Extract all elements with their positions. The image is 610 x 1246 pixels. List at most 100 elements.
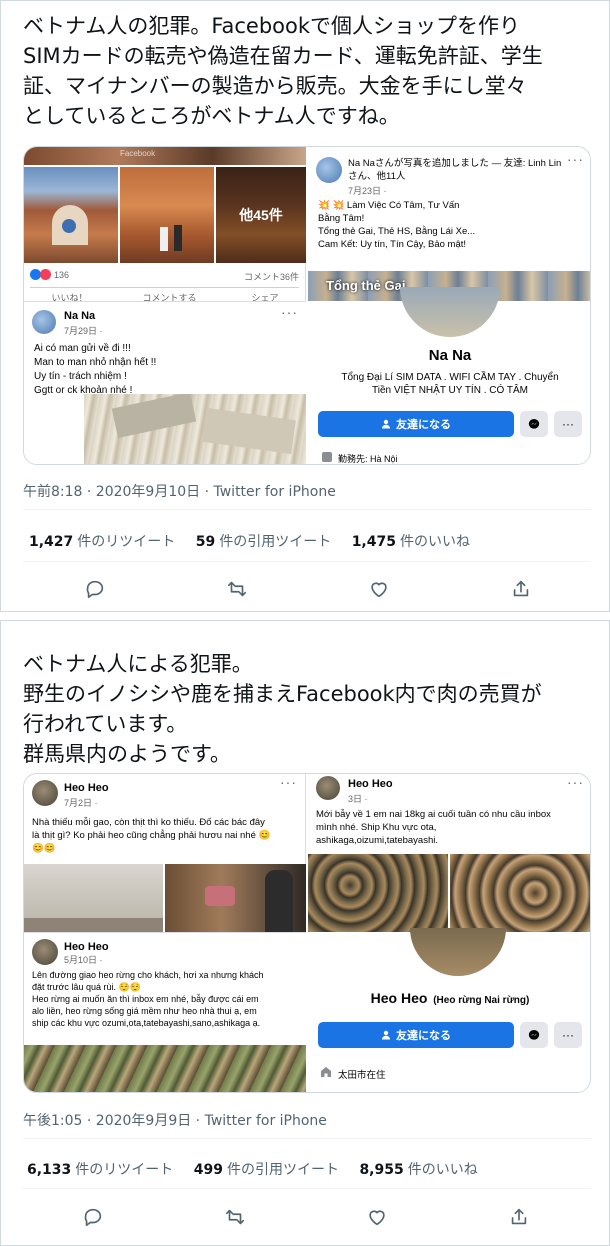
profile-subtitle: (Heo rừng Nai rừng) xyxy=(433,995,530,1006)
poster-name: Heo Heo xyxy=(64,941,109,953)
tweet-text: ベトナム人による犯罪。 野生のイノシシや鹿を捕まえFacebook内で肉の売買が… xyxy=(23,652,542,766)
add-friend-button[interactable]: 友達になる xyxy=(318,411,514,437)
post-header: Na Naさんが写真を追加しました — 友達: Linh Linさん、他11人 xyxy=(348,158,562,182)
love-reaction-icon xyxy=(40,269,51,280)
retweet-button[interactable] xyxy=(217,569,257,609)
tweet-stats: 1,427 件のリツイート 59 件の引用ツイート 1,475 件のいいね xyxy=(29,531,486,551)
like-button[interactable] xyxy=(359,569,399,609)
fb-post-left: Heo Heo 7月2日 · ··· Nhà thiếu mỗi gao, cò… xyxy=(24,774,306,1092)
tweet-2: ベトナム人による犯罪。 野生のイノシシや鹿を捕まえFacebook内で肉の売買が… xyxy=(0,620,610,1246)
like-stat[interactable]: 8,955 件のいいね xyxy=(359,1162,477,1178)
fb-comment-action: コメントする xyxy=(142,293,197,301)
retweet-icon xyxy=(227,581,247,597)
more-dots-icon: ··· xyxy=(281,304,298,320)
post-text: Ai có man gửi về đi !!! Man to man nhỏ n… xyxy=(34,343,157,396)
retweet-count: 1,427 xyxy=(29,534,74,550)
quote-count: 499 xyxy=(193,1162,223,1178)
post-date: 3日 · xyxy=(348,794,368,804)
banner-text: Tổng thẻ Gai xyxy=(326,278,406,293)
like-icon xyxy=(371,582,387,598)
like-count: 8,955 xyxy=(359,1162,404,1178)
messenger-button[interactable] xyxy=(520,1022,548,1048)
profile-avatar xyxy=(410,928,506,976)
fb-photo-1 xyxy=(24,864,163,932)
quote-label: 件の引用ツイート xyxy=(226,1162,339,1178)
like-stat[interactable]: 1,475 件のいいね xyxy=(352,534,470,550)
more-photos-count: 他45件 xyxy=(239,207,283,223)
tweet-text: ベトナム人の犯罪。Facebookで個人ショップを作り SIMカードの転売や偽造… xyxy=(23,14,543,128)
post-text: 💥 💥 Làm Việc Có Tâm, Tư Vấn Bằng Tâm! Tổ… xyxy=(318,200,476,250)
fb-inner-post: Na Na 7月29日 · ··· Ai có man gửi về đi !!… xyxy=(24,301,306,464)
avatar xyxy=(32,310,56,334)
poster-name: Heo Heo xyxy=(64,782,109,794)
work-icon xyxy=(322,452,332,462)
like-label: 件のいいね xyxy=(399,534,470,550)
reaction-count: 136 xyxy=(54,269,70,280)
quote-label: 件の引用ツイート xyxy=(219,534,332,550)
like-button[interactable] xyxy=(357,1197,397,1237)
poster-name: Heo Heo xyxy=(348,778,393,790)
retweet-label: 件のリツイート xyxy=(77,534,176,550)
fb-photo-3 xyxy=(308,854,448,932)
location-icon xyxy=(321,1067,331,1077)
fb-photo-2 xyxy=(120,167,214,263)
fb-post-right: Heo Heo 3日 · ··· Mới bẫy về 1 em nai 18k… xyxy=(308,774,590,1092)
tweet-actions xyxy=(1,569,610,609)
profile-name: Na Na xyxy=(428,347,472,364)
fb-like-action: いいね！ xyxy=(51,293,88,301)
messenger-icon xyxy=(528,1030,540,1040)
lives-in: 勤務先: Hà Nội xyxy=(338,454,398,464)
like-count: 1,475 xyxy=(351,534,396,550)
add-friend-button[interactable]: 友達になる xyxy=(318,1022,514,1048)
tweet-media-image[interactable]: Facebook 他45件 136 コメント36件 いいね！ コメントする シェ… xyxy=(23,146,591,465)
tweet-media-image[interactable]: Heo Heo 7月2日 · ··· Nhà thiếu mỗi gao, cò… xyxy=(23,773,591,1093)
tweet-timestamp[interactable]: 午後1:05 · 2020年9月9日 · Twitter for iPhone xyxy=(23,1110,327,1130)
reply-button[interactable] xyxy=(75,569,115,609)
add-friend-label: 友達になる xyxy=(396,1030,451,1042)
more-button[interactable]: ··· xyxy=(554,1022,582,1048)
fb-photo-3: 他45件 xyxy=(216,167,306,263)
reply-button[interactable] xyxy=(73,1197,113,1237)
retweet-stat[interactable]: 6,133 件のリツイート xyxy=(27,1162,173,1178)
post-text: Nhà thiếu mỗi gao, còn thịt thì ko thiếu… xyxy=(32,817,271,854)
add-friend-label: 友達になる xyxy=(396,419,451,431)
messenger-button[interactable] xyxy=(520,411,548,437)
more-dots-icon: ··· xyxy=(567,774,584,790)
profile-bio: Tổng Đại Lí SIM DATA . WIFI CẦM TAY . Ch… xyxy=(341,372,559,396)
fb-photo-2 xyxy=(165,864,306,932)
poster-name: Na Na xyxy=(64,310,96,322)
profile-avatar xyxy=(400,287,500,337)
fb-photo-4 xyxy=(450,854,590,932)
share-button[interactable] xyxy=(501,569,541,609)
post-date: 7月2日 · xyxy=(64,798,98,808)
fb-post-left: Facebook 他45件 136 コメント36件 いいね！ コメントする シェ… xyxy=(24,147,306,464)
avatar xyxy=(32,780,58,806)
share-icon xyxy=(511,1208,527,1225)
avatar xyxy=(32,939,58,965)
retweet-stat[interactable]: 1,427 件のリツイート xyxy=(29,534,175,550)
add-friend-icon xyxy=(382,419,390,429)
messenger-icon xyxy=(528,419,540,429)
tweet-1: ベトナム人の犯罪。Facebookで個人ショップを作り SIMカードの転売や偽造… xyxy=(0,0,610,612)
fb-inner-post: Heo Heo 5月10日 · Lên đường giao heo rừng … xyxy=(24,932,306,1092)
tweet-actions xyxy=(1,1197,610,1237)
cash-photo xyxy=(84,394,306,464)
post-text: Mới bẫy về 1 em nai 18kg ai cuối tuần có… xyxy=(316,809,551,846)
forest-photo xyxy=(24,1045,306,1092)
fb-photo-1 xyxy=(24,167,118,263)
post-date: 7月23日 · xyxy=(348,186,387,196)
more-dots-icon: ··· xyxy=(280,774,297,790)
more-button[interactable]: ··· xyxy=(554,411,582,437)
post-text: Lên đường giao heo rừng cho khách, hơi x… xyxy=(32,970,264,1028)
share-button[interactable] xyxy=(499,1197,539,1237)
quote-stat[interactable]: 499 件の引用ツイート xyxy=(194,1162,339,1178)
like-icon xyxy=(369,1210,385,1226)
tweet-timestamp[interactable]: 午前8:18 · 2020年9月10日 · Twitter for iPhone xyxy=(23,481,336,501)
reaction-summary: 136 xyxy=(30,269,69,280)
lives-in: 太田市在住 xyxy=(338,1070,386,1081)
fb-post-right: Na Naさんが写真を追加しました — 友達: Linh Linさん、他11人 … xyxy=(308,147,590,464)
retweet-button[interactable] xyxy=(215,1197,255,1237)
quote-stat[interactable]: 59 件の引用ツイート xyxy=(196,534,331,550)
share-icon xyxy=(513,580,529,597)
retweet-label: 件のリツイート xyxy=(75,1162,174,1178)
